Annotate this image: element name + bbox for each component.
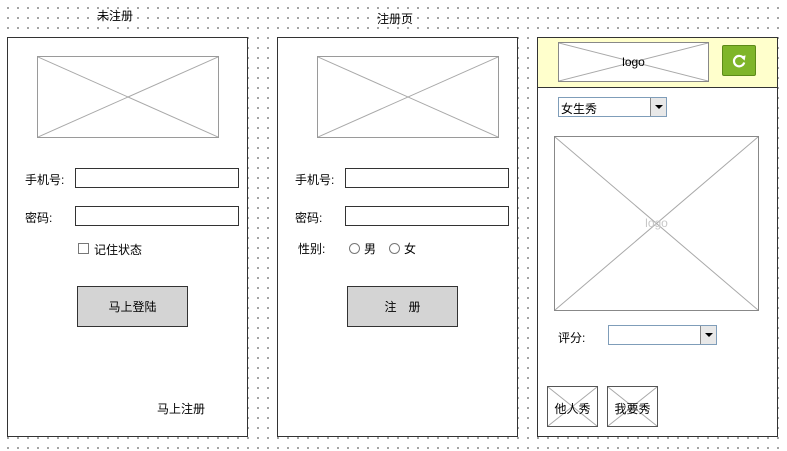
password-label: 密码: <box>295 211 323 225</box>
main-image-label: logo <box>645 216 668 230</box>
header-logo-label: logo <box>622 55 645 69</box>
login-screen: 手机号: 密码: 记住状态 马上登陆 马上注册 <box>7 37 248 437</box>
remember-label: 记住状态 <box>94 243 143 257</box>
gender-male-radio[interactable] <box>349 243 360 254</box>
refresh-button[interactable] <box>722 45 756 76</box>
rating-select[interactable] <box>608 325 717 345</box>
others-show-label: 他人秀 <box>554 402 591 416</box>
main-image-placeholder: logo <box>554 136 759 311</box>
refresh-icon <box>732 54 746 67</box>
remember-checkbox[interactable] <box>78 243 89 254</box>
show-screen: logo 女生秀 logo 评分: 他人秀 我要秀 <box>537 37 778 437</box>
gender-male-label: 男 <box>364 242 377 256</box>
header-logo: logo <box>558 42 709 82</box>
register-screen: 手机号: 密码: 性别: 男 女 注 册 <box>277 37 518 437</box>
category-select-value: 女生秀 <box>561 102 598 116</box>
chevron-down-icon <box>650 98 666 116</box>
password-input[interactable] <box>345 206 509 226</box>
others-show-button[interactable]: 他人秀 <box>547 386 598 427</box>
phone-label: 手机号: <box>25 173 65 187</box>
my-show-label: 我要秀 <box>614 402 651 416</box>
register-button[interactable]: 注 册 <box>347 286 458 327</box>
category-select[interactable]: 女生秀 <box>558 97 667 117</box>
login-button[interactable]: 马上登陆 <box>77 286 188 327</box>
image-placeholder <box>37 56 219 138</box>
my-show-button[interactable]: 我要秀 <box>607 386 658 427</box>
login-screen-title: 未注册 <box>97 9 134 23</box>
gender-label: 性别: <box>298 242 326 256</box>
gender-female-label: 女 <box>404 242 417 256</box>
password-label: 密码: <box>25 211 53 225</box>
password-input[interactable] <box>75 206 239 226</box>
register-screen-title: 注册页 <box>377 12 414 26</box>
header-bar: logo <box>538 38 777 88</box>
register-link[interactable]: 马上注册 <box>157 400 205 417</box>
image-placeholder <box>317 56 499 138</box>
rating-label: 评分: <box>558 331 586 345</box>
gender-female-radio[interactable] <box>389 243 400 254</box>
phone-input[interactable] <box>345 168 509 188</box>
phone-label: 手机号: <box>295 173 335 187</box>
chevron-down-icon <box>700 326 716 344</box>
phone-input[interactable] <box>75 168 239 188</box>
